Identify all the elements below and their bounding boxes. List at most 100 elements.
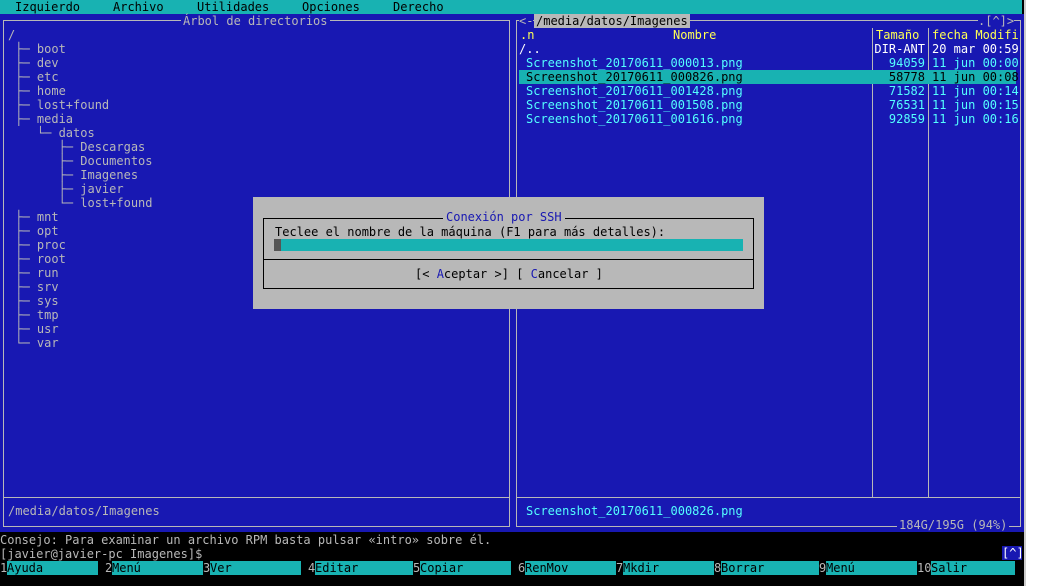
- left-panel-title: Árbol de directorios: [181, 14, 330, 28]
- column-divider-date: [928, 28, 929, 497]
- tree-item[interactable]: ├─ lost+found: [8, 98, 109, 112]
- command-history-button[interactable]: [^]: [1002, 546, 1024, 560]
- tree-branch: ├─: [8, 266, 37, 280]
- fkey-label: Mkdir: [623, 561, 714, 575]
- left-panel-status: /media/datos/Imagenes: [8, 504, 160, 518]
- tree-item[interactable]: └─ var: [8, 336, 59, 350]
- menubar: Izquierdo Archivo Utilidades Opciones De…: [0, 0, 1022, 14]
- column-divider-size: [872, 28, 873, 497]
- tree-item-label: tmp: [36, 308, 59, 322]
- menu-izquierdo[interactable]: Izquierdo: [15, 0, 80, 14]
- tree-branch: ├─: [8, 168, 81, 182]
- tree-branch: ├─: [8, 70, 37, 84]
- tree-item[interactable]: ├─ srv: [8, 280, 58, 294]
- tree-item[interactable]: ├─ etc: [8, 70, 58, 84]
- fkey-number: 10: [917, 561, 932, 575]
- file-size: 58778: [888, 70, 925, 84]
- tree-item[interactable]: ├─ Descargas: [8, 140, 146, 154]
- command-prompt[interactable]: [javier@javier-pc Imagenes]$: [0, 547, 202, 561]
- file-name: Screenshot_20170611_001616.png: [526, 112, 743, 126]
- accept-hotkey: A: [436, 267, 444, 281]
- tree-item-label: datos: [58, 126, 95, 140]
- tree-item-label: home: [36, 84, 66, 98]
- tree-item[interactable]: ├─ Documentos: [8, 154, 153, 168]
- tree-item-label: Imagenes: [80, 168, 139, 182]
- panel-history-left[interactable]: <-: [519, 14, 534, 28]
- tree-item[interactable]: └─ lost+found: [8, 196, 153, 210]
- window-scrollbar[interactable]: [1024, 0, 1048, 586]
- accept-label: ceptar >]: [443, 267, 509, 281]
- cancel-button[interactable]: [ Cancelar ]: [516, 267, 603, 281]
- accept-button[interactable]: [< Aceptar >]: [415, 267, 509, 281]
- tree-item[interactable]: ├─ usr: [8, 322, 59, 336]
- file-date: 11 jun 00:08: [932, 70, 1019, 84]
- tree-branch: ├─: [8, 112, 37, 126]
- tree-branch: ├─: [8, 84, 37, 98]
- file-name: Screenshot_20170611_000013.png: [526, 56, 743, 70]
- tree-item-label: mnt: [36, 210, 59, 224]
- tree-item[interactable]: ├─ mnt: [8, 210, 59, 224]
- tree-item[interactable]: ├─ root: [8, 252, 66, 266]
- tree-item-label: media: [36, 112, 74, 126]
- tree-branch: ├─: [8, 238, 37, 252]
- column-header-name[interactable]: Nombre: [673, 28, 716, 42]
- dialog-title: Conexión por SSH: [443, 210, 565, 224]
- file-size: DIR-ANT: [874, 42, 925, 56]
- file-name: /..: [519, 42, 541, 56]
- tree-branch: └─: [8, 196, 81, 210]
- tree-branch: ├─: [8, 210, 37, 224]
- menu-opciones[interactable]: Opciones: [302, 0, 360, 14]
- dialog-buttons: [< Aceptar >] [ Cancelar ]: [415, 267, 603, 281]
- tree-branch: ├─: [8, 294, 37, 308]
- tree-item[interactable]: ├─ tmp: [8, 308, 59, 322]
- tree-branch: ├─: [8, 42, 37, 56]
- tree-item[interactable]: ├─ run: [8, 266, 59, 280]
- tree-root[interactable]: /: [8, 28, 15, 42]
- fkey-label: Menú: [826, 561, 917, 575]
- tree-item[interactable]: ├─ home: [8, 84, 66, 98]
- tree-item-label: run: [36, 266, 59, 280]
- tree-item[interactable]: └─ datos: [8, 126, 95, 140]
- tree-item-label: Descargas: [80, 140, 146, 154]
- tree-item[interactable]: ├─ Imagenes: [8, 168, 138, 182]
- file-name: Screenshot_20170611_000826.png: [526, 70, 743, 84]
- column-header-date[interactable]: fecha Modifi: [932, 28, 1019, 42]
- hint-line: Consejo: Para examinar un archivo RPM ba…: [0, 533, 492, 547]
- tree-branch: ├─: [8, 252, 37, 266]
- tree-branch: ├─: [8, 280, 37, 294]
- sort-indicator[interactable]: .n: [520, 28, 534, 42]
- tree-item-label: boot: [36, 42, 66, 56]
- menu-archivo[interactable]: Archivo: [113, 0, 164, 14]
- file-date: 11 jun 00:15: [932, 98, 1019, 112]
- tree-item[interactable]: ├─ proc: [8, 238, 66, 252]
- tree-item-label: root: [36, 252, 66, 266]
- tree-item-label: lost+found: [80, 196, 153, 210]
- tree-item[interactable]: ├─ dev: [8, 56, 59, 70]
- tree-item-label: usr: [36, 322, 59, 336]
- function-key-bar: 1 Ayuda 2 Menú 3 Ver 4 Editar 5 Copiar 6 RenMov 7 Mkd…: [0, 561, 1048, 575]
- menu-utilidades[interactable]: Utilidades: [197, 0, 269, 14]
- fkey-label: RenMov: [525, 561, 616, 575]
- fkey-label: Ayuda: [7, 561, 98, 575]
- file-size: 92859: [888, 112, 925, 126]
- file-date: 11 jun 00:00: [932, 56, 1019, 70]
- column-header-size[interactable]: Tamaño: [876, 28, 919, 42]
- tree-item[interactable]: ├─ opt: [8, 224, 58, 238]
- tree-branch: ├─: [8, 308, 37, 322]
- file-size: 71582: [888, 84, 925, 98]
- tree-item-label: var: [36, 336, 59, 350]
- tree-item-label: dev: [36, 56, 59, 70]
- fkey-label: Copiar: [420, 561, 511, 575]
- right-panel-status: Screenshot_20170611_000826.png: [526, 504, 743, 518]
- tree-item[interactable]: ├─ boot: [8, 42, 66, 56]
- panel-history-right[interactable]: .[^]>: [978, 14, 1015, 28]
- tree-item[interactable]: ├─ sys: [8, 294, 58, 308]
- tree-item[interactable]: ├─ media: [8, 112, 73, 126]
- file-date: 11 jun 00:16: [932, 112, 1019, 126]
- fkey-label: Salir: [931, 561, 1015, 575]
- hostname-input[interactable]: [274, 239, 743, 251]
- tree-item-label: lost+found: [36, 98, 110, 112]
- menu-derecho[interactable]: Derecho: [393, 0, 444, 14]
- file-size: 94059: [888, 56, 925, 70]
- tree-item[interactable]: ├─ javier: [8, 182, 124, 196]
